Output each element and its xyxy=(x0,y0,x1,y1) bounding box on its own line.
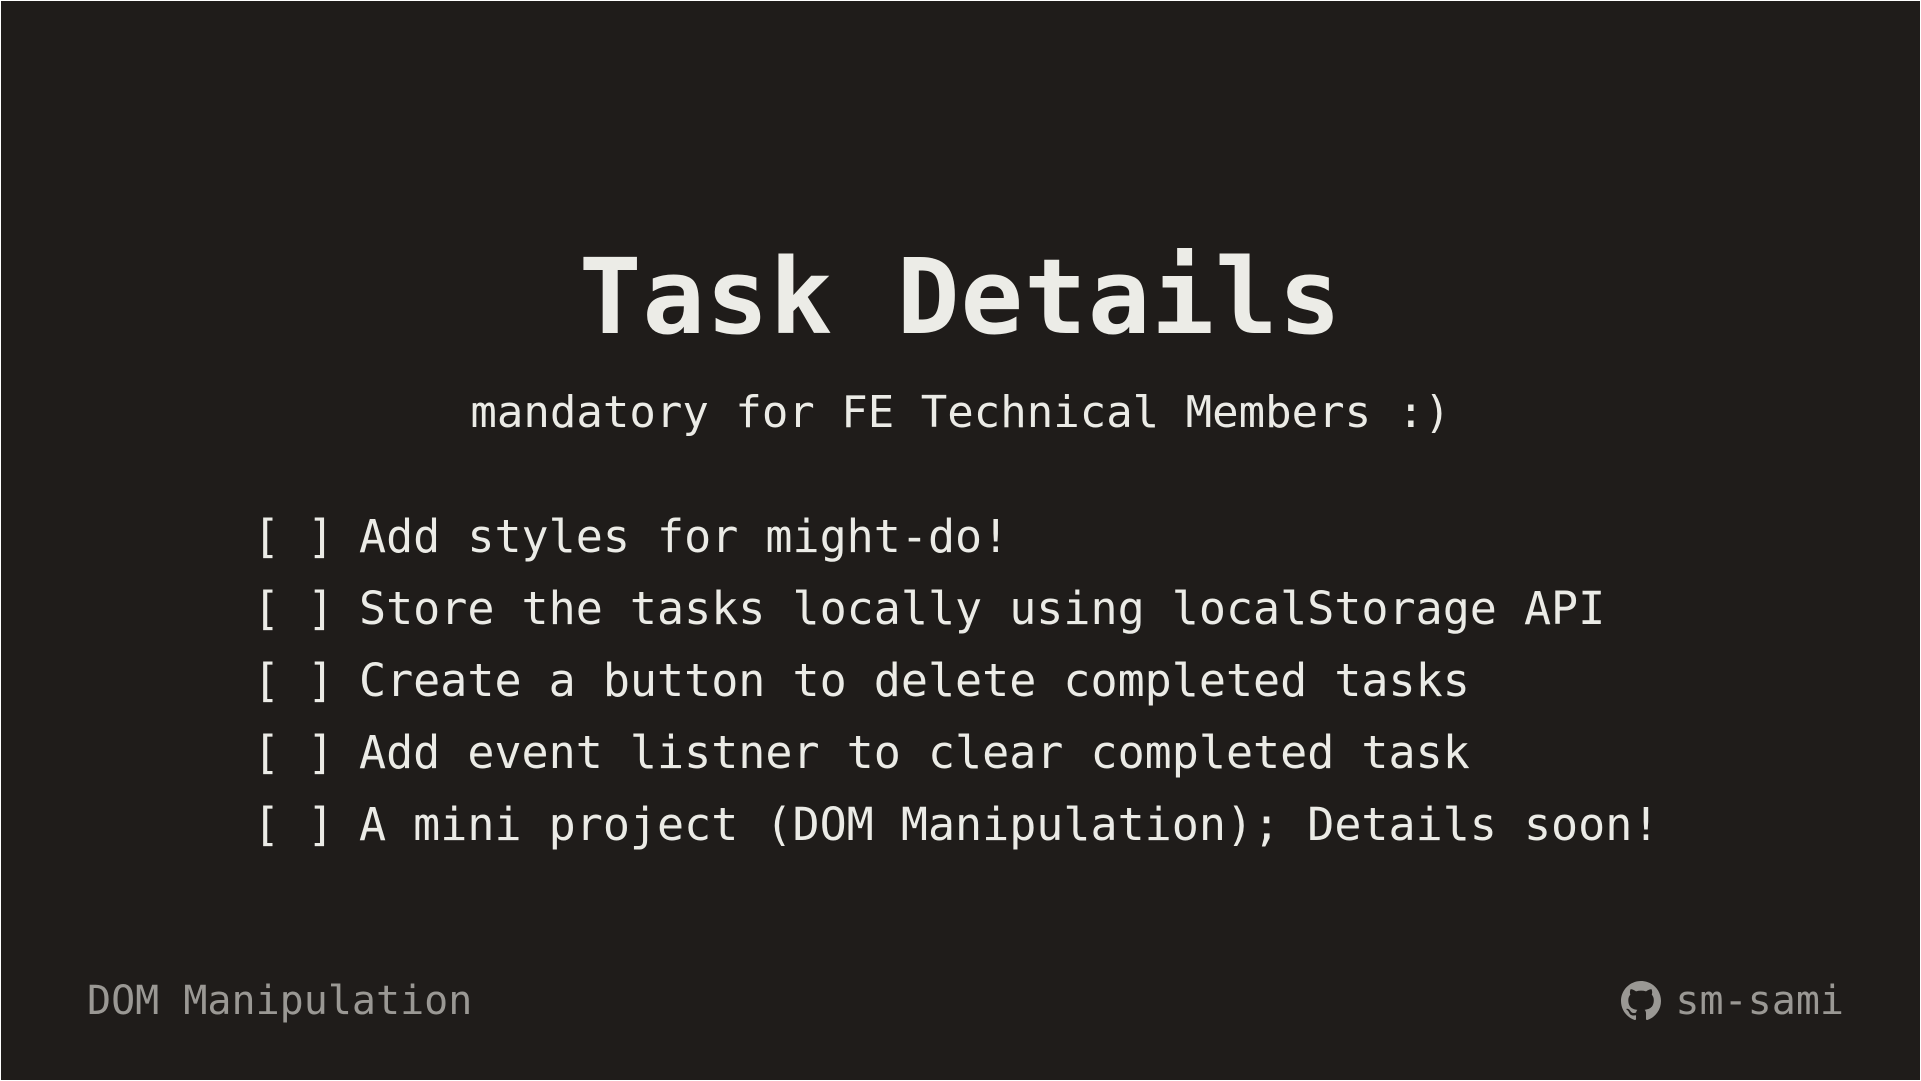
task-checkbox[interactable]: [ ] xyxy=(253,717,359,789)
slide: Task Details mandatory for FE Technical … xyxy=(1,1,1920,1080)
task-text: Add event listner to clear completed tas… xyxy=(359,726,1470,779)
task-list: [ ] Add styles for might-do! [ ] Store t… xyxy=(253,501,1659,861)
task-text: Add styles for might-do! xyxy=(359,510,1010,563)
task-text: A mini project (DOM Manipulation); Detai… xyxy=(359,798,1660,851)
task-item: [ ] Create a button to delete completed … xyxy=(253,645,1659,717)
slide-subtitle: mandatory for FE Technical Members :) xyxy=(470,387,1451,438)
task-checkbox[interactable]: [ ] xyxy=(253,501,359,573)
task-text: Create a button to delete completed task… xyxy=(359,654,1470,707)
task-item: [ ] Store the tasks locally using localS… xyxy=(253,573,1659,645)
task-checkbox[interactable]: [ ] xyxy=(253,789,359,861)
github-icon xyxy=(1621,981,1662,1021)
github-link[interactable]: sm-sami xyxy=(1621,973,1844,1029)
slide-title: Task Details xyxy=(578,236,1343,358)
footer-topic: DOM Manipulation xyxy=(87,978,473,1024)
task-item: [ ] Add styles for might-do! xyxy=(253,501,1659,573)
github-username: sm-sami xyxy=(1675,978,1844,1024)
task-item: [ ] Add event listner to clear completed… xyxy=(253,717,1659,789)
task-text: Store the tasks locally using localStora… xyxy=(359,582,1606,635)
task-checkbox[interactable]: [ ] xyxy=(253,645,359,717)
task-item: [ ] A mini project (DOM Manipulation); D… xyxy=(253,789,1659,861)
task-checkbox[interactable]: [ ] xyxy=(253,573,359,645)
